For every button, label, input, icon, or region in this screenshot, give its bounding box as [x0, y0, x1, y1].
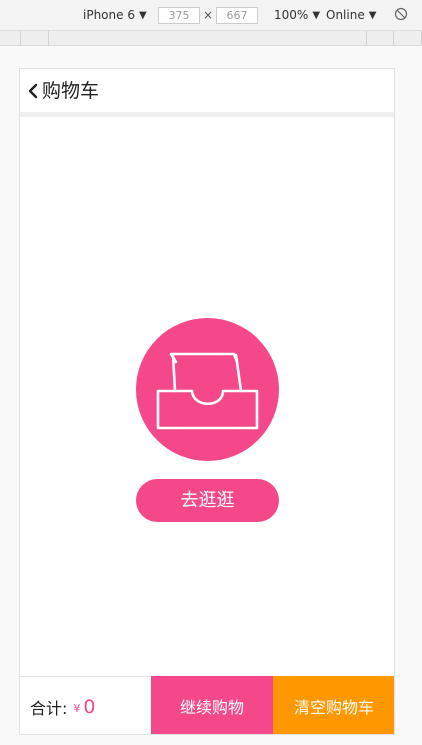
total-amount: 0	[83, 695, 96, 718]
viewport-height-input[interactable]	[216, 7, 258, 24]
caret-down-icon: ▼	[138, 9, 147, 21]
network-value: Online	[326, 8, 365, 22]
viewport-width-input[interactable]	[158, 7, 200, 24]
zoom-value: 100%	[274, 8, 309, 22]
device-selector[interactable]: iPhone 6 ▼	[83, 8, 147, 22]
page-title: 购物车	[42, 80, 100, 102]
devtools-toolbar: iPhone 6 ▼ × 100% ▼ Online ▼	[0, 0, 422, 31]
network-throttle-selector[interactable]: Online ▼	[326, 8, 376, 22]
caret-down-icon: ▼	[312, 9, 321, 21]
media-query-ruler	[0, 31, 422, 46]
device-name: iPhone 6	[83, 8, 135, 22]
total-label: 合计:	[30, 698, 68, 718]
app-header: 购物车	[20, 69, 394, 113]
empty-cart-illustration	[136, 318, 279, 461]
chevron-left-icon	[28, 83, 38, 99]
caret-down-icon: ▼	[368, 9, 377, 21]
zoom-selector[interactable]: 100% ▼	[274, 8, 320, 22]
device-viewport: 购物车 去逛逛 合计: ¥ 0 继续购物 清空购物车	[19, 68, 395, 735]
cart-footer: 合计: ¥ 0 继续购物 清空购物车	[20, 676, 394, 734]
cart-total: 合计: ¥ 0	[30, 677, 96, 734]
currency-symbol: ¥	[73, 702, 81, 715]
empty-tray-icon	[156, 352, 259, 430]
clear-cart-button[interactable]: 清空购物车	[273, 676, 394, 734]
header-divider	[20, 112, 394, 117]
rotate-icon[interactable]	[394, 7, 408, 21]
go-shopping-button[interactable]: 去逛逛	[136, 479, 279, 522]
back-button[interactable]	[22, 77, 44, 105]
dimension-separator: ×	[203, 8, 214, 22]
continue-shopping-button[interactable]: 继续购物	[151, 676, 273, 734]
